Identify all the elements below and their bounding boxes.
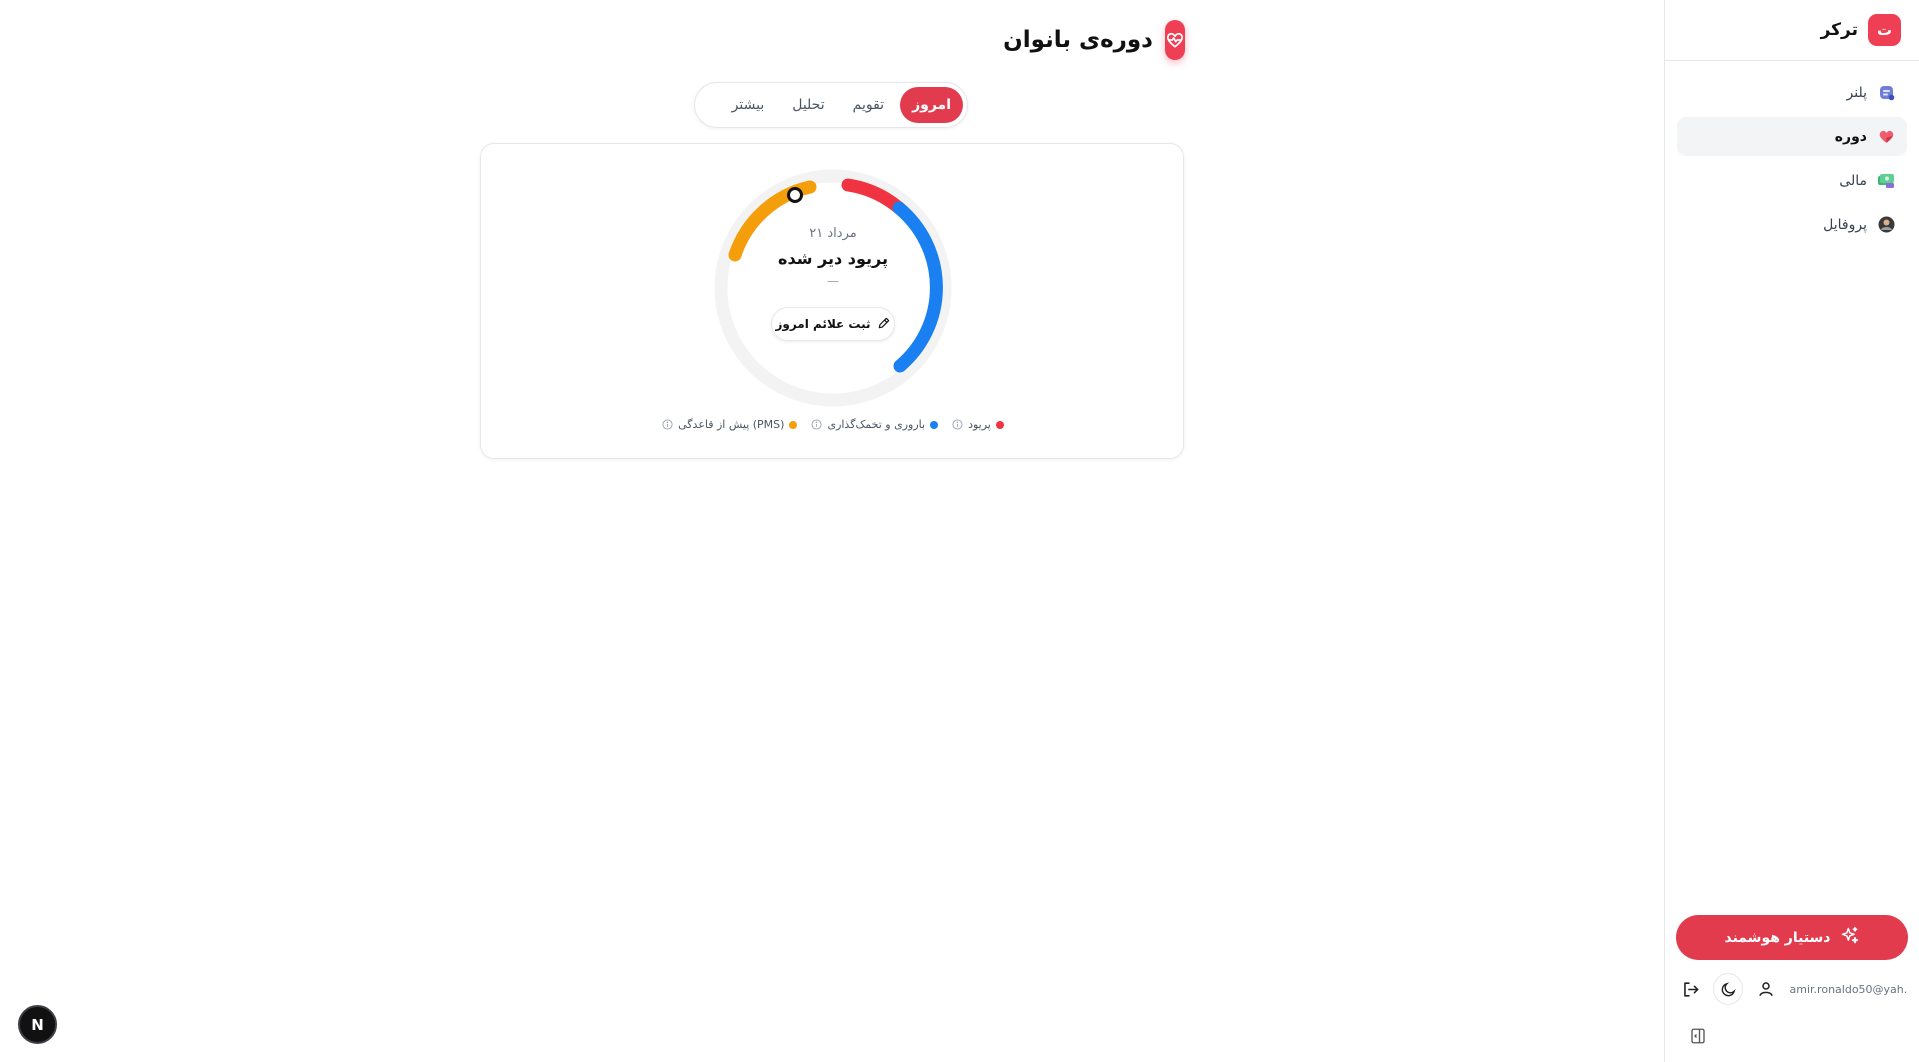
sidebar-item-label: دوره: [1834, 128, 1867, 145]
info-icon[interactable]: [952, 419, 963, 430]
sidebar-item-planner[interactable]: پلنر: [1677, 73, 1907, 112]
page-title: دوره‌ی بانوان: [1003, 27, 1153, 53]
heart-pulse-icon: [1165, 20, 1185, 60]
pencil-icon: [877, 316, 891, 333]
view-tabs: امروز تقویم تحلیل بیشتر: [694, 82, 968, 128]
theme-toggle-moon-icon[interactable]: [1713, 973, 1744, 1005]
heart-icon: [1877, 128, 1895, 146]
cycle-card: ۲۱ مرداد پریود دیر شده — ثبت علائم امروز…: [480, 143, 1184, 459]
tab-analysis[interactable]: تحلیل: [780, 87, 836, 123]
money-icon: [1877, 172, 1895, 190]
sidebar: ت ترکر پلنر دوره مالی پروفایل دستیار هوش…: [1664, 0, 1919, 1062]
sidebar-item-profile[interactable]: پروفایل: [1677, 205, 1907, 244]
dev-tools-badge[interactable]: N: [18, 1005, 57, 1044]
sidebar-item-period[interactable]: دوره: [1677, 117, 1907, 156]
logout-icon[interactable]: [1675, 973, 1705, 1005]
log-symptoms-button[interactable]: ثبت علائم امروز: [771, 307, 895, 341]
cycle-substatus: —: [827, 274, 839, 288]
brand-name: ترکر: [1820, 20, 1858, 40]
ring-today-marker[interactable]: [787, 187, 803, 203]
ring-track: [714, 169, 952, 407]
info-icon[interactable]: [811, 419, 822, 430]
info-icon[interactable]: [662, 419, 673, 430]
sparkles-icon: [1840, 926, 1860, 950]
smart-assistant-label: دستیار هوشمند: [1724, 929, 1831, 946]
user-email: amir.ronaldo50@yah...: [1789, 982, 1907, 996]
brand-logo: ت: [1868, 14, 1901, 46]
legend-label: پیش از قاعدگی (PMS): [678, 418, 785, 431]
legend-item-fertile: باروری و تخمک‌گذاری: [811, 418, 939, 431]
sidebar-nav: پلنر دوره مالی پروفایل: [1665, 61, 1919, 244]
user-row: amir.ronaldo50@yah...: [1675, 972, 1907, 1006]
sidebar-item-label: مالی: [1839, 172, 1867, 189]
sidebar-item-label: پروفایل: [1823, 216, 1867, 233]
sidebar-item-finance[interactable]: مالی: [1677, 161, 1907, 200]
smart-assistant-button[interactable]: دستیار هوشمند: [1676, 915, 1908, 960]
tab-calendar[interactable]: تقویم: [841, 87, 896, 123]
legend-dot-fertile: [930, 420, 939, 429]
cycle-ring: [714, 169, 952, 407]
planner-icon: [1877, 84, 1895, 102]
user-icon[interactable]: [1751, 973, 1781, 1005]
legend-dot-pms: [789, 420, 798, 429]
legend-item-pms: پیش از قاعدگی (PMS): [662, 418, 798, 431]
sidebar-collapse-icon[interactable]: [1685, 1023, 1711, 1049]
tab-today[interactable]: امروز: [900, 87, 963, 123]
tab-more[interactable]: بیشتر: [720, 87, 777, 123]
sidebar-brand[interactable]: ت ترکر: [1665, 0, 1919, 61]
legend-label: پریود: [968, 418, 991, 431]
cycle-center: ۲۱ مرداد پریود دیر شده —: [713, 226, 953, 288]
legend-item-period: پریود: [952, 418, 1004, 431]
cycle-status: پریود دیر شده: [778, 249, 888, 268]
sidebar-item-label: پلنر: [1846, 84, 1867, 101]
profile-icon: [1877, 216, 1895, 234]
cycle-legend: پریود باروری و تخمک‌گذاری پیش از قاعدگی …: [481, 418, 1185, 431]
legend-label: باروری و تخمک‌گذاری: [827, 418, 926, 431]
current-date: ۲۱ مرداد: [809, 226, 857, 241]
legend-dot-period: [995, 420, 1004, 429]
log-symptoms-label: ثبت علائم امروز: [775, 317, 871, 331]
page-header: دوره‌ی بانوان: [1003, 20, 1185, 60]
